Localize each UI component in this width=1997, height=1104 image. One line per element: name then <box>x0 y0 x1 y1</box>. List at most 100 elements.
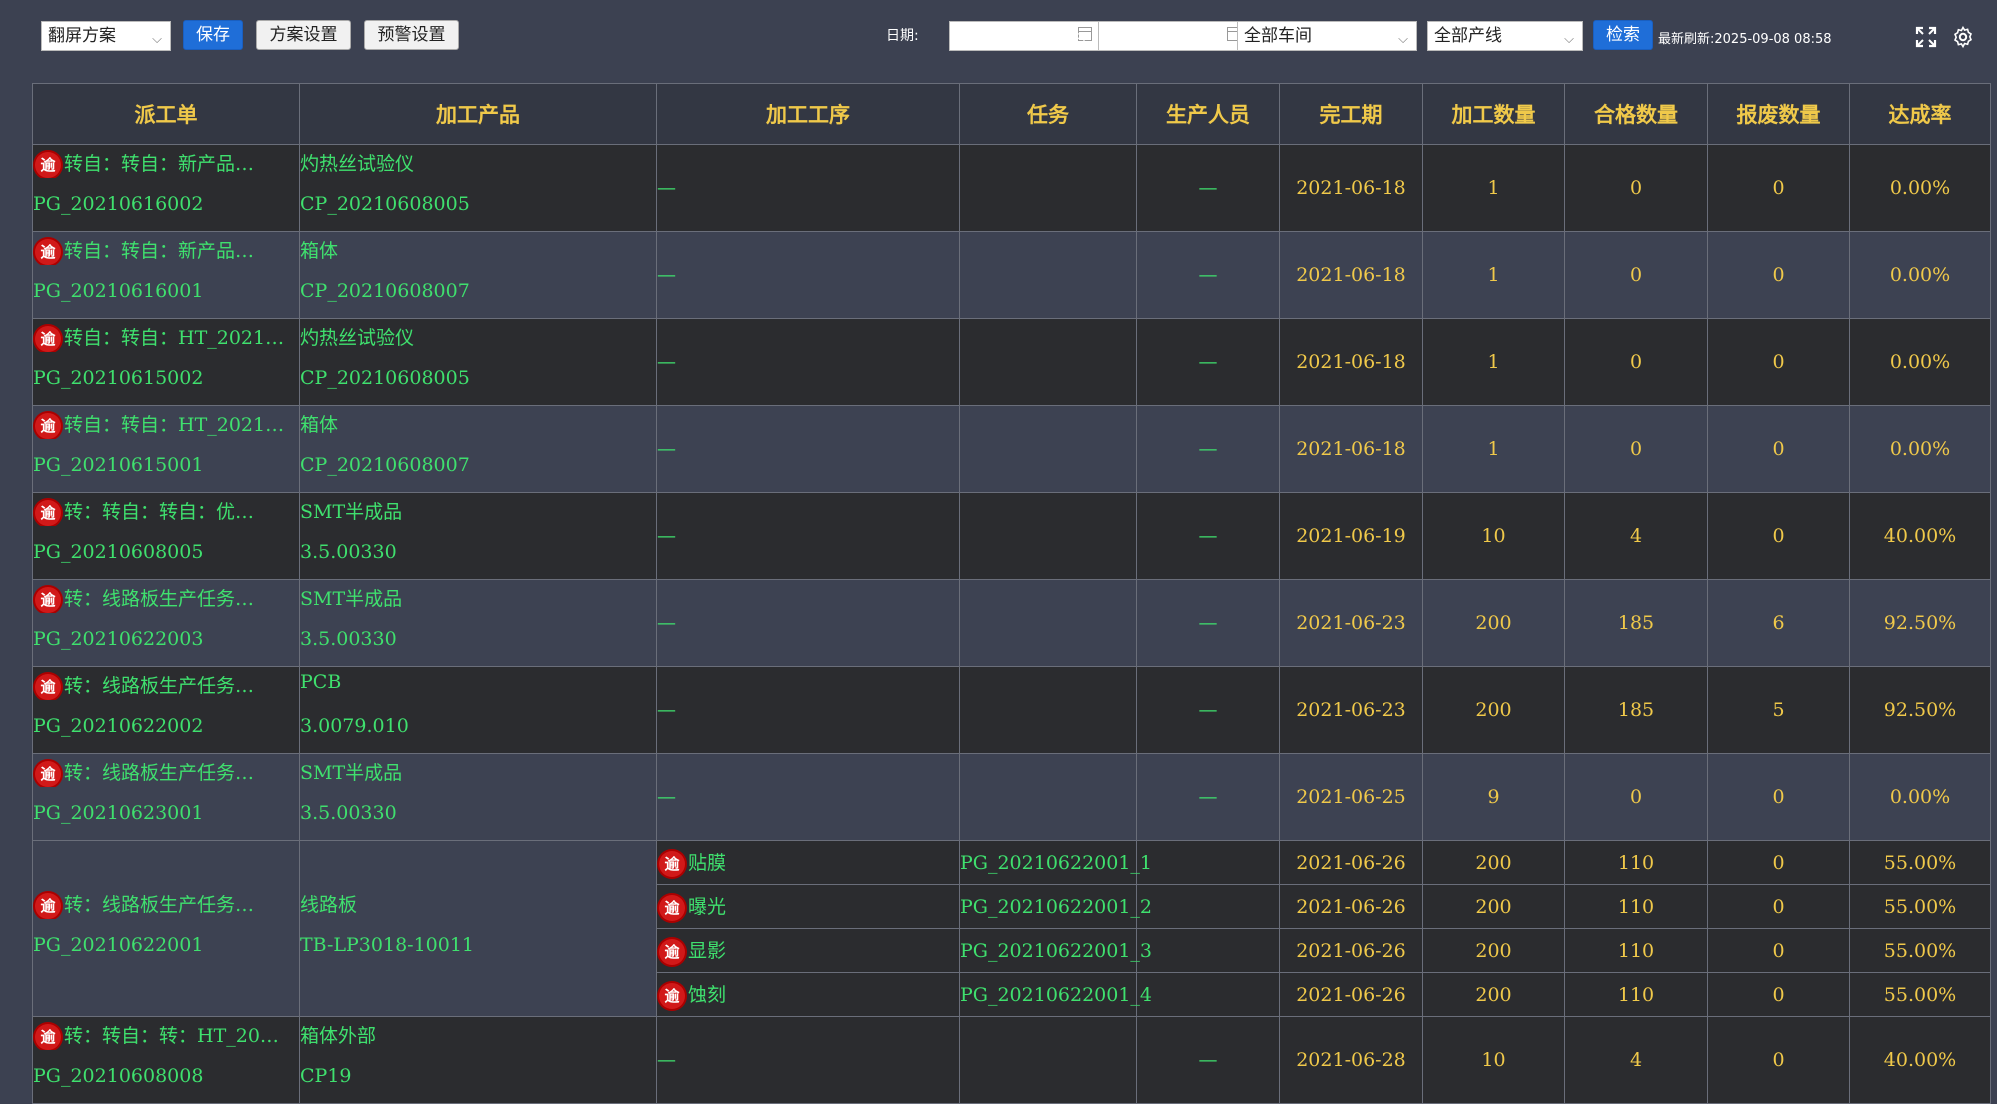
col-header[interactable]: 任务 <box>959 83 1137 145</box>
col-header[interactable]: 加工数量 <box>1422 83 1565 145</box>
col-header[interactable]: 生产人员 <box>1136 83 1280 145</box>
task-cell[interactable]: PG_20210622001_3 <box>959 928 1152 973</box>
workshop-select[interactable]: 全部车间 ⌵ <box>1237 21 1417 51</box>
qty-cell: 9 <box>1422 753 1565 841</box>
col-header[interactable]: 报废数量 <box>1707 83 1850 145</box>
pass-cell: 110 <box>1564 840 1708 885</box>
due-date-cell: 2021-06-18 <box>1279 231 1423 319</box>
scrap-cell: 6 <box>1707 579 1850 667</box>
col-header[interactable]: 完工期 <box>1279 83 1423 145</box>
order-title: 转：转自：转：HT_20… <box>64 1025 279 1047</box>
col-header[interactable]: 达成率 <box>1849 83 1991 145</box>
col-header[interactable]: 加工工序 <box>656 83 960 145</box>
date-to-input[interactable] <box>1098 21 1248 51</box>
overdue-badge: 逾 <box>659 983 685 1009</box>
pass-cell: 110 <box>1564 928 1708 973</box>
qty-cell: 200 <box>1422 972 1565 1017</box>
order-cell[interactable]: 逾转自：转自：新产品… PG_20210616002 <box>32 144 300 232</box>
qty-cell: 200 <box>1422 579 1565 667</box>
product-code: CP_20210608005 <box>300 193 470 215</box>
order-cell[interactable]: 逾转：线路板生产任务… PG_20210622003 <box>32 579 300 667</box>
rate-cell: 55.00% <box>1849 840 1991 885</box>
staff-cell <box>1136 972 1280 1017</box>
overdue-badge: 逾 <box>35 500 61 526</box>
table-row[interactable]: 逾转自：转自：HT_2021… PG_20210615002 灼热丝试验仪 CP… <box>32 318 1991 406</box>
table-row[interactable]: 逾转：转自：转自：优… PG_20210608005 SMT半成品 3.5.00… <box>32 492 1991 580</box>
gear-icon[interactable] <box>1951 25 1975 49</box>
table-row[interactable]: 逾转：转自：转：HT_20… PG_20210608008 箱体外部 CP19 … <box>32 1016 1991 1104</box>
order-title: 转：线路板生产任务… <box>64 762 255 784</box>
table-row[interactable]: 逾转：线路板生产任务… PG_20210622001 线路板 TB-LP3018… <box>32 840 1991 1017</box>
process-name: 贴膜 <box>688 852 727 874</box>
task-cell[interactable]: PG_20210622001_2 <box>959 884 1152 929</box>
chevron-down-icon: ⌵ <box>1398 32 1408 47</box>
pass-cell: 185 <box>1564 666 1708 754</box>
workshop-select-value: 全部车间 <box>1244 26 1312 46</box>
search-button[interactable]: 检索 <box>1593 20 1653 50</box>
due-date-cell: 2021-06-18 <box>1279 144 1423 232</box>
overdue-badge: 逾 <box>35 1024 61 1050</box>
qty-cell: 1 <box>1422 144 1565 232</box>
table-row[interactable]: 逾转自：转自：HT_2021… PG_20210615001 箱体 CP_202… <box>32 405 1991 493</box>
product-cell: 灼热丝试验仪 CP_20210608005 <box>299 144 657 232</box>
chevron-down-icon: ⌵ <box>152 32 162 47</box>
pass-cell: 110 <box>1564 884 1708 929</box>
overdue-badge: 逾 <box>35 152 61 178</box>
order-cell[interactable]: 逾转自：转自：新产品… PG_20210616001 <box>32 231 300 319</box>
scrap-cell: 0 <box>1707 144 1850 232</box>
order-cell[interactable]: 逾转：转自：转：HT_20… PG_20210608008 <box>32 1016 300 1104</box>
process-name: 蚀刻 <box>688 984 727 1006</box>
order-number: PG_20210616002 <box>33 193 204 215</box>
qty-cell: 10 <box>1422 1016 1565 1104</box>
rate-cell: 0.00% <box>1849 753 1991 841</box>
product-code: CP_20210608007 <box>300 280 470 302</box>
table-row[interactable]: 逾转：线路板生产任务… PG_20210623001 SMT半成品 3.5.00… <box>32 753 1991 841</box>
date-label: 日期: <box>886 28 919 44</box>
order-cell[interactable]: 逾转：线路板生产任务… PG_20210622002 <box>32 666 300 754</box>
task-cell <box>959 579 1137 667</box>
scrap-cell: 5 <box>1707 666 1850 754</box>
due-date-cell: 2021-06-26 <box>1279 972 1423 1017</box>
scheme-select[interactable]: 翻屏方案 ⌵ <box>41 21 171 51</box>
table-row[interactable]: 逾转：线路板生产任务… PG_20210622003 SMT半成品 3.5.00… <box>32 579 1991 667</box>
fullscreen-icon[interactable] <box>1914 25 1938 49</box>
product-cell: SMT半成品 3.5.00330 <box>299 492 657 580</box>
table-row[interactable]: 逾转自：转自：新产品… PG_20210616002 灼热丝试验仪 CP_202… <box>32 144 1991 232</box>
task-cell[interactable]: PG_20210622001_4 <box>959 972 1152 1017</box>
process-name: 显影 <box>688 940 727 962</box>
order-cell[interactable]: 逾转自：转自：HT_2021… PG_20210615001 <box>32 405 300 493</box>
process-cell: — <box>656 753 960 841</box>
task-cell <box>959 318 1137 406</box>
product-cell: 箱体 CP_20210608007 <box>299 405 657 493</box>
order-cell[interactable]: 逾转：线路板生产任务… PG_20210623001 <box>32 753 300 841</box>
col-header[interactable]: 合格数量 <box>1564 83 1708 145</box>
col-header[interactable]: 派工单 <box>32 83 300 145</box>
order-cell[interactable]: 逾转：线路板生产任务… PG_20210622001 <box>32 840 300 1017</box>
overdue-badge: 逾 <box>35 674 61 700</box>
staff-cell <box>1136 840 1280 885</box>
process-cell: — <box>656 231 960 319</box>
rate-cell: 92.50% <box>1849 666 1991 754</box>
task-cell[interactable]: PG_20210622001_1 <box>959 840 1152 885</box>
due-date-cell: 2021-06-23 <box>1279 579 1423 667</box>
alert-settings-button[interactable]: 预警设置 <box>364 20 459 50</box>
order-cell[interactable]: 逾转：转自：转自：优… PG_20210608005 <box>32 492 300 580</box>
overdue-badge: 逾 <box>659 939 685 965</box>
staff-cell <box>1136 884 1280 929</box>
scrap-cell: 0 <box>1707 840 1850 885</box>
table-row[interactable]: 逾转：线路板生产任务… PG_20210622002 PCB 3.0079.01… <box>32 666 1991 754</box>
product-code: CP19 <box>300 1065 352 1087</box>
rate-cell: 55.00% <box>1849 972 1991 1017</box>
process-cell: 逾贴膜 <box>656 840 960 885</box>
product-code: 3.0079.010 <box>300 715 409 737</box>
order-cell[interactable]: 逾转自：转自：HT_2021… PG_20210615002 <box>32 318 300 406</box>
scheme-settings-button[interactable]: 方案设置 <box>256 20 351 50</box>
rate-cell: 0.00% <box>1849 144 1991 232</box>
col-header[interactable]: 加工产品 <box>299 83 657 145</box>
process-cell: — <box>656 318 960 406</box>
line-select[interactable]: 全部产线 ⌵ <box>1427 21 1583 51</box>
save-button[interactable]: 保存 <box>183 20 243 50</box>
product-cell: PCB 3.0079.010 <box>299 666 657 754</box>
table-row[interactable]: 逾转自：转自：新产品… PG_20210616001 箱体 CP_2021060… <box>32 231 1991 319</box>
overdue-badge: 逾 <box>659 895 685 921</box>
